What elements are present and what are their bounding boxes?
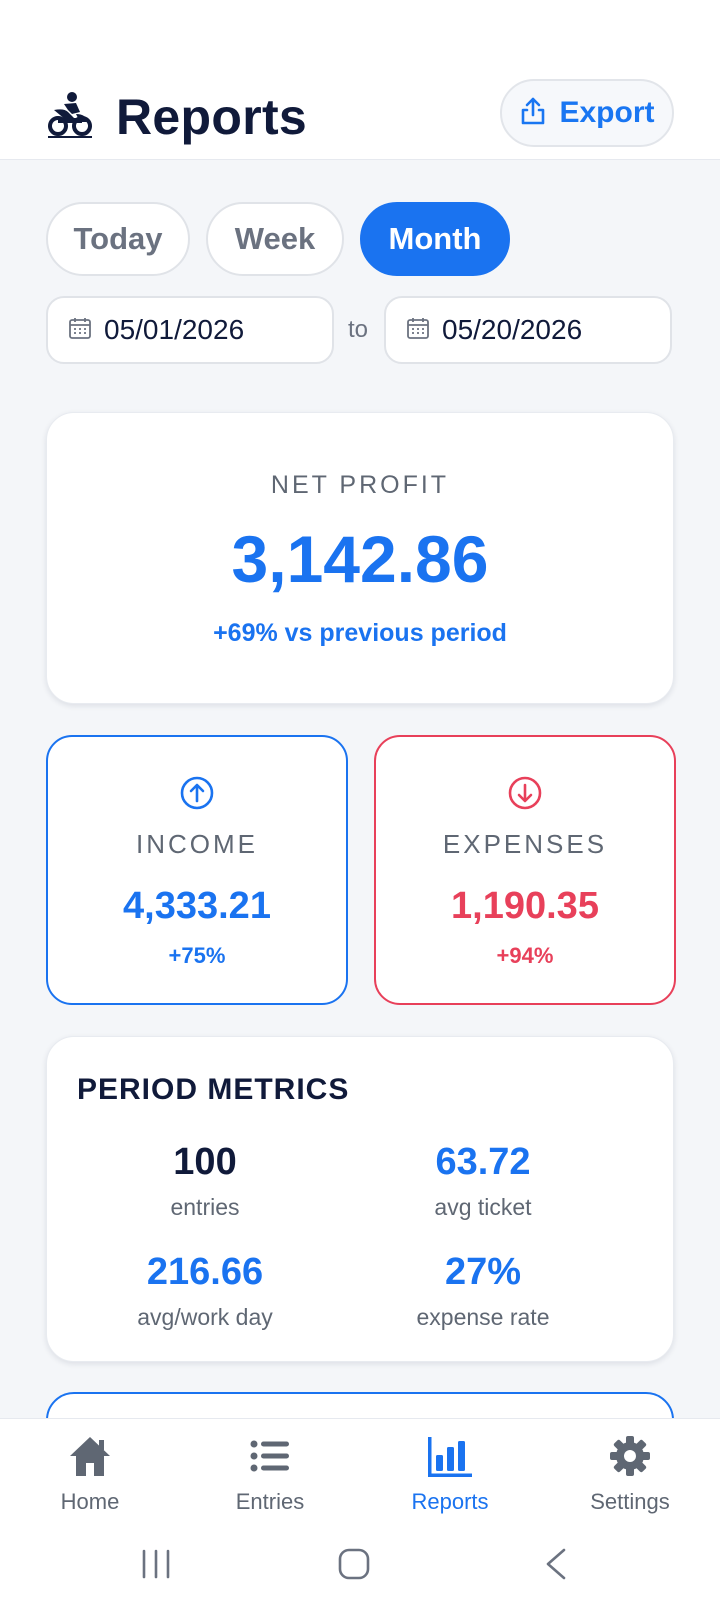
income-card[interactable]: INCOME 4,333.21 +75% — [46, 735, 348, 1005]
period-week-label: Week — [234, 221, 316, 256]
metric-entries-label: entries — [170, 1194, 240, 1220]
expenses-value: 1,190.35 — [451, 885, 599, 927]
date-range-separator: to — [348, 316, 369, 343]
arrow-down-circle-icon — [376, 775, 674, 811]
bar-chart-icon — [428, 1431, 472, 1481]
date-to-value: 05/20/2026 — [442, 314, 583, 345]
net-profit-label: NET PROFIT — [270, 471, 450, 499]
nav-home[interactable]: Home — [0, 1431, 180, 1525]
net-profit-change: +69% vs previous period — [213, 619, 507, 647]
page-title: Reports — [116, 89, 308, 145]
metric-avg-ticket-label: avg ticket — [434, 1194, 532, 1220]
period-metrics-title: PERIOD METRICS — [77, 1073, 350, 1106]
metric-entries-value: 100 — [173, 1141, 237, 1183]
nav-settings-label: Settings — [590, 1489, 670, 1514]
metric-avg-ticket: 63.72 avg ticket — [333, 1141, 633, 1221]
date-to-field[interactable]: 05/20/2026 — [384, 296, 672, 364]
metric-avg-ticket-value: 63.72 — [435, 1141, 531, 1183]
expenses-card[interactable]: EXPENSES 1,190.35 +94% — [374, 735, 676, 1005]
metric-avg-work-day-value: 216.66 — [146, 1251, 264, 1293]
nav-entries-label: Entries — [235, 1489, 305, 1514]
net-profit-value: 3,142.86 — [231, 522, 489, 596]
motorbike-courier-logo-icon — [46, 90, 94, 138]
status-bar — [0, 0, 720, 64]
metric-avg-work-day: 216.66 avg/work day — [55, 1251, 355, 1331]
metric-expense-rate-label: expense rate — [416, 1304, 550, 1330]
expenses-label: EXPENSES — [442, 829, 608, 859]
list-icon — [250, 1431, 290, 1481]
income-label: INCOME — [136, 829, 258, 859]
period-today-label: Today — [73, 221, 163, 256]
income-value: 4,333.21 — [123, 885, 271, 927]
nav-reports-label: Reports — [411, 1489, 489, 1514]
period-week-button[interactable]: Week — [206, 202, 344, 276]
app-header: Reports Export — [0, 64, 720, 160]
metric-expense-rate-value: 27% — [444, 1251, 522, 1293]
export-button-label: Export — [559, 96, 655, 129]
period-today-button[interactable]: Today — [46, 202, 190, 276]
bottom-nav: Home Entries Reports Settings — [0, 1418, 720, 1528]
arrow-up-circle-icon — [48, 775, 346, 811]
net-profit-card: NET PROFIT 3,142.86 +69% vs previous per… — [46, 412, 674, 704]
calendar-icon — [406, 316, 430, 345]
home-icon — [67, 1431, 113, 1481]
export-button[interactable]: Export — [500, 79, 674, 147]
date-from-field[interactable]: 05/01/2026 — [46, 296, 334, 364]
period-month-label: Month — [388, 221, 482, 256]
nav-entries[interactable]: Entries — [180, 1431, 360, 1525]
recent-apps-icon[interactable] — [136, 1544, 176, 1584]
metric-avg-work-day-label: avg/work day — [137, 1304, 273, 1330]
period-month-button[interactable]: Month — [360, 202, 510, 276]
metric-expense-rate: 27% expense rate — [333, 1251, 633, 1331]
date-from-value: 05/01/2026 — [104, 314, 245, 345]
gear-icon — [609, 1431, 651, 1481]
calendar-icon — [68, 316, 92, 345]
income-change: +75% — [168, 943, 226, 968]
nav-reports[interactable]: Reports — [360, 1431, 540, 1525]
share-upload-icon — [519, 96, 547, 131]
system-nav-bar — [0, 1528, 720, 1600]
metric-entries: 100 entries — [55, 1141, 355, 1221]
home-system-icon[interactable] — [334, 1544, 374, 1584]
nav-settings[interactable]: Settings — [540, 1431, 720, 1525]
expenses-change: +94% — [496, 943, 554, 968]
back-icon[interactable] — [536, 1544, 576, 1584]
nav-home-label: Home — [60, 1489, 120, 1514]
period-metrics-card: PERIOD METRICS 100 entries 63.72 avg tic… — [46, 1036, 674, 1362]
